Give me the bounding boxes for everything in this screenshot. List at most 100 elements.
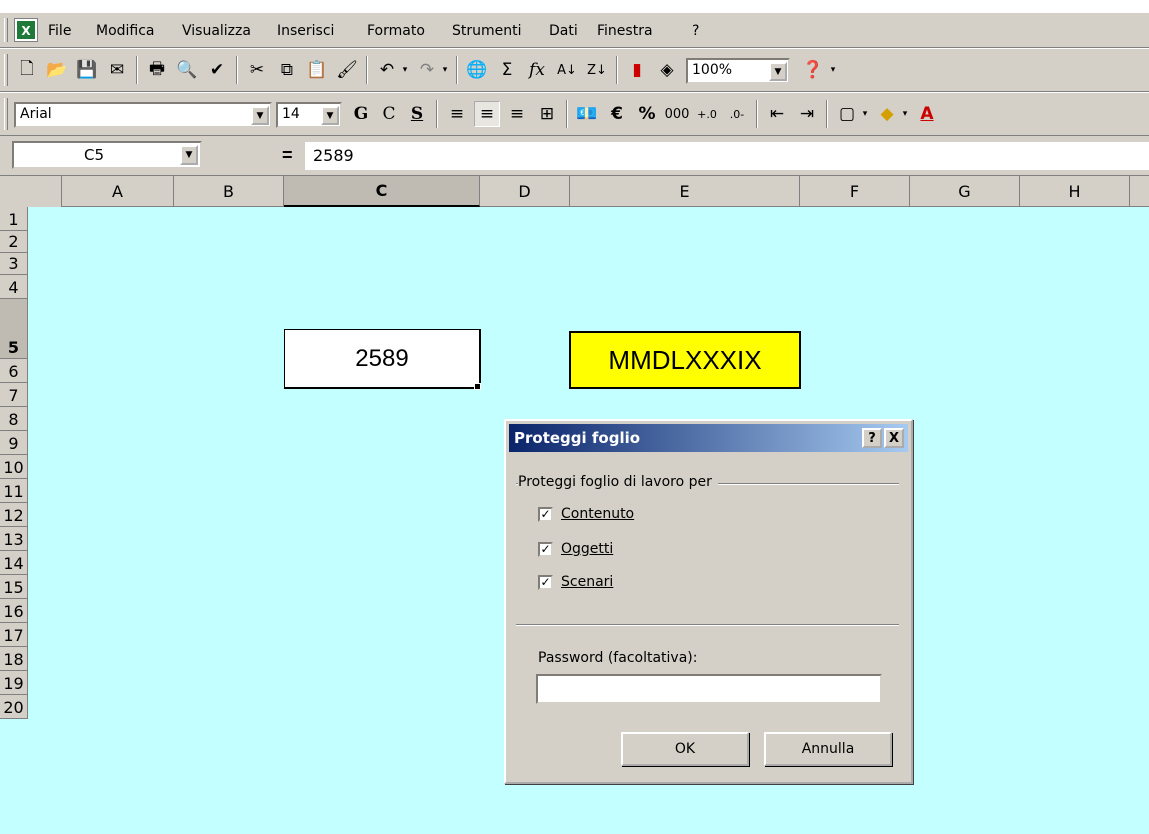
menu-formato[interactable]: Formato: [367, 23, 425, 39]
euro-conversion-icon[interactable]: 💶: [574, 101, 600, 127]
row-header-12[interactable]: 12: [0, 503, 28, 527]
fill-handle[interactable]: [474, 383, 481, 390]
align-center-icon[interactable]: ≡: [474, 101, 500, 127]
spelling-icon[interactable]: ✔: [204, 57, 230, 83]
column-header-d[interactable]: D: [480, 176, 570, 207]
align-left-icon[interactable]: ≡: [444, 101, 470, 127]
toolbar-grip[interactable]: [4, 54, 8, 86]
menubar-grip[interactable]: [4, 18, 8, 42]
option-contenuto[interactable]: ✓ Contenuto: [538, 506, 634, 522]
help-assistant-icon[interactable]: ❓: [800, 57, 826, 83]
checkbox-scenari[interactable]: ✓: [538, 574, 553, 590]
row-header-20[interactable]: 20: [0, 695, 28, 719]
cancel-button[interactable]: Annulla: [764, 732, 892, 766]
merge-center-icon[interactable]: ⊞: [534, 101, 560, 127]
menu-finestra[interactable]: Finestra: [597, 23, 653, 39]
chevron-down-icon[interactable]: ▼: [769, 62, 787, 81]
row-header-18[interactable]: 18: [0, 647, 28, 671]
row-header-1[interactable]: 1: [0, 207, 28, 231]
checkbox-contenuto[interactable]: ✓: [538, 506, 553, 522]
close-icon[interactable]: X: [884, 428, 904, 448]
undo-dropdown-icon[interactable]: ▾: [398, 57, 412, 83]
redo-dropdown-icon[interactable]: ▾: [438, 57, 452, 83]
row-header-6[interactable]: 6: [0, 359, 28, 383]
formula-equals-sign[interactable]: =: [282, 145, 293, 166]
option-scenari[interactable]: ✓ Scenari: [538, 574, 613, 590]
formula-input[interactable]: 2589: [305, 142, 1149, 170]
drawing-icon[interactable]: ◈: [654, 57, 680, 83]
menu-inserisci[interactable]: Inserisci: [277, 23, 334, 39]
percent-button[interactable]: %: [634, 101, 660, 127]
euro-button[interactable]: €: [604, 101, 630, 127]
underline-button[interactable]: S: [404, 101, 430, 127]
undo-icon[interactable]: ↶: [374, 57, 400, 83]
menu-strumenti[interactable]: Strumenti: [452, 23, 522, 39]
increase-indent-icon[interactable]: ⇥: [794, 101, 820, 127]
column-header-c[interactable]: C: [284, 176, 480, 207]
column-header-e[interactable]: E: [570, 176, 800, 207]
row-header-19[interactable]: 19: [0, 671, 28, 695]
menu-dati[interactable]: Dati: [549, 23, 578, 39]
fill-color-dropdown-icon[interactable]: ▾: [898, 101, 912, 127]
save-icon[interactable]: 💾: [74, 57, 100, 83]
row-header-16[interactable]: 16: [0, 599, 28, 623]
zoom-select[interactable]: 100% ▼: [686, 58, 790, 84]
checkbox-oggetti[interactable]: ✓: [538, 541, 553, 557]
row-header-10[interactable]: 10: [0, 455, 28, 479]
autosum-icon[interactable]: Σ: [494, 57, 520, 83]
row-header-7[interactable]: 7: [0, 383, 28, 407]
menu-file[interactable]: File: [48, 23, 71, 39]
print-preview-icon[interactable]: 🔍: [174, 57, 200, 83]
column-header-a[interactable]: A: [62, 176, 174, 207]
font-size-select[interactable]: 14 ▼: [276, 102, 342, 128]
chevron-down-icon[interactable]: ▼: [251, 106, 269, 125]
row-header-11[interactable]: 11: [0, 479, 28, 503]
sort-ascending-icon[interactable]: A↓: [554, 57, 580, 83]
select-all-corner[interactable]: [0, 176, 62, 207]
row-header-15[interactable]: 15: [0, 575, 28, 599]
print-icon[interactable]: 🖶: [144, 57, 170, 83]
chevron-down-icon[interactable]: ▼: [180, 145, 198, 165]
row-header-5[interactable]: 5: [0, 299, 28, 359]
chevron-down-icon[interactable]: ▼: [321, 106, 339, 125]
row-header-13[interactable]: 13: [0, 527, 28, 551]
row-header-2[interactable]: 2: [0, 231, 28, 253]
name-box[interactable]: C5 ▼: [12, 141, 202, 169]
cut-icon[interactable]: ✂: [244, 57, 270, 83]
redo-icon[interactable]: ↷: [414, 57, 440, 83]
menu-modifica[interactable]: Modifica: [96, 23, 155, 39]
font-color-icon[interactable]: A: [914, 101, 940, 127]
copy-icon[interactable]: ⧉: [274, 57, 300, 83]
function-icon[interactable]: fx: [524, 57, 550, 83]
thousands-separator-button[interactable]: 000: [664, 101, 690, 127]
bold-button[interactable]: G: [348, 101, 374, 127]
fill-color-icon[interactable]: ◆: [874, 101, 900, 127]
paste-icon[interactable]: 📋: [304, 57, 330, 83]
column-header-f[interactable]: F: [800, 176, 910, 207]
menu-visualizza[interactable]: Visualizza: [182, 23, 251, 39]
increase-decimal-icon[interactable]: +.0: [694, 101, 720, 127]
dialog-title-bar[interactable]: Proteggi foglio ? X: [509, 424, 908, 452]
chart-wizard-icon[interactable]: ▮: [624, 57, 650, 83]
option-oggetti[interactable]: ✓ Oggetti: [538, 541, 613, 557]
format-painter-icon[interactable]: 🖌: [334, 57, 360, 83]
column-header-g[interactable]: G: [910, 176, 1020, 207]
borders-icon[interactable]: ▢: [834, 101, 860, 127]
decrease-decimal-icon[interactable]: .0-: [724, 101, 750, 127]
toolbar-options-icon[interactable]: ▾: [826, 57, 840, 83]
help-button[interactable]: ?: [862, 428, 882, 448]
italic-button[interactable]: C: [376, 101, 402, 127]
row-header-8[interactable]: 8: [0, 407, 28, 431]
decrease-indent-icon[interactable]: ⇤: [764, 101, 790, 127]
sort-descending-icon[interactable]: Z↓: [584, 57, 610, 83]
menu-help[interactable]: ?: [692, 23, 699, 39]
cell-e5[interactable]: MMDLXXXIX: [569, 331, 801, 389]
column-header-b[interactable]: B: [174, 176, 284, 207]
align-right-icon[interactable]: ≡: [504, 101, 530, 127]
row-header-9[interactable]: 9: [0, 431, 28, 455]
excel-app-icon[interactable]: X: [14, 18, 38, 42]
column-header-h[interactable]: H: [1020, 176, 1130, 207]
row-header-3[interactable]: 3: [0, 253, 28, 275]
new-document-icon[interactable]: 🗋: [14, 57, 40, 83]
open-folder-icon[interactable]: 📂: [44, 57, 70, 83]
